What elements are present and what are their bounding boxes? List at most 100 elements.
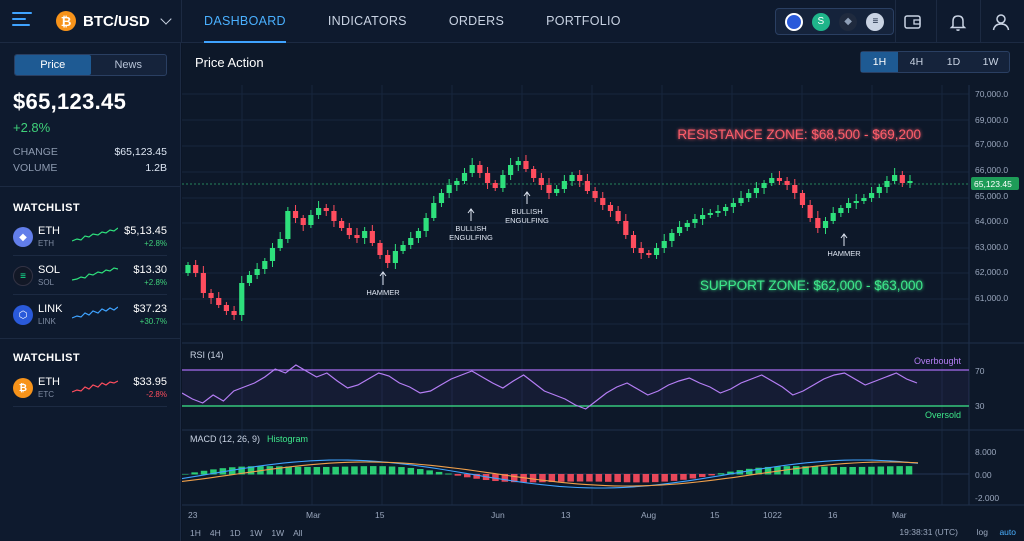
ethereum-wallet-icon[interactable]: ◆ <box>839 12 858 31</box>
macd-histogram-bar <box>849 466 856 475</box>
candle-body <box>646 253 652 255</box>
sparkline <box>72 267 118 281</box>
range-1d[interactable]: 1D <box>230 528 241 538</box>
candle-body <box>523 161 529 169</box>
watchlist-price: $5,13.45 <box>124 225 167 237</box>
pair-selector[interactable]: ₿ BTC/USD <box>56 10 172 32</box>
annotation-bullish-2: BULLISH <box>511 207 542 216</box>
macd-histogram-bar <box>793 466 800 475</box>
watchlist-symbol: ETH <box>38 225 60 237</box>
user-icon[interactable] <box>990 11 1012 33</box>
candle-body <box>231 311 237 315</box>
solana-wallet-icon[interactable]: ≡ <box>866 12 885 31</box>
watchlist-subsymbol: ETC <box>38 390 54 399</box>
chainlink-wallet-icon[interactable] <box>784 12 803 31</box>
change-row: CHANGE $65,123.45 <box>13 146 167 158</box>
range-1w[interactable]: 1W <box>250 528 263 538</box>
candle-body <box>899 175 905 183</box>
candle-body <box>761 183 767 188</box>
macd-histogram-bar <box>332 466 339 475</box>
watchlist-symbol: SOL <box>38 264 61 276</box>
x-tick: 1022 <box>763 510 782 520</box>
macd-histogram-bar <box>576 474 584 482</box>
watchlist-item-etc[interactable]: ₿ ETH ETC $33.95 -2.8% <box>0 371 181 407</box>
stablecoin-wallet-icon[interactable]: S <box>811 12 830 31</box>
candle-body <box>262 261 268 269</box>
macd-histogram-bar <box>896 466 903 475</box>
hamburger-menu-icon[interactable] <box>12 12 32 30</box>
price-tick: 63,000.0 <box>975 242 1008 252</box>
macd-histogram-bar <box>313 466 321 475</box>
macd-histogram-bar <box>905 466 913 475</box>
sparkline <box>72 380 118 393</box>
watchlist-subsymbol: LINK <box>38 317 56 326</box>
wallet-icon[interactable] <box>902 11 924 33</box>
timeframe-4h[interactable]: 4H <box>898 52 935 72</box>
top-bar: ₿ BTC/USD DASHBOARD INDICATORS ORDERS PO… <box>0 0 1024 43</box>
price-chart[interactable]: HAMMER BULLISH ENGULFING BULLISH ENGULFI… <box>182 43 1024 541</box>
candle-body <box>477 165 483 173</box>
tab-portfolio[interactable]: PORTFOLIO <box>532 0 635 43</box>
log-scale-toggle[interactable]: log <box>977 527 988 537</box>
watchlist-item-link[interactable]: ⬡ LINK LINK $37.23 +30.7% <box>0 298 181 334</box>
candle-body <box>369 231 375 243</box>
grid <box>182 85 1024 506</box>
candle-body <box>323 208 329 211</box>
timeframe-1d[interactable]: 1D <box>935 52 972 72</box>
candle-body <box>469 165 475 173</box>
watchlist-change: -2.8% <box>146 390 167 399</box>
macd-histogram-bar <box>558 474 565 482</box>
candle-body <box>845 203 852 208</box>
candle-body <box>285 211 291 239</box>
macd-histogram-bar <box>445 473 452 475</box>
candle-body <box>577 175 583 181</box>
candle-body <box>507 165 514 175</box>
candle-body <box>423 218 429 231</box>
macd-histogram-bar <box>661 474 668 482</box>
macd-tick-low: -2.000 <box>975 493 999 503</box>
x-tick: 15 <box>710 510 720 520</box>
auto-scale-toggle[interactable]: auto <box>999 527 1016 537</box>
bell-icon[interactable] <box>947 11 969 33</box>
macd-histogram-bar <box>586 474 593 482</box>
candle-body <box>584 181 591 191</box>
candle-body <box>638 248 644 253</box>
macd-histogram-bar <box>595 474 603 482</box>
candle-body <box>377 243 383 255</box>
tab-indicators[interactable]: INDICATORS <box>314 0 421 43</box>
tab-news[interactable]: News <box>91 55 167 75</box>
candle-body <box>830 213 836 221</box>
tab-orders[interactable]: ORDERS <box>435 0 518 43</box>
timeframe-1h[interactable]: 1H <box>861 52 898 72</box>
macd-histogram-bar <box>388 466 396 475</box>
tab-dashboard[interactable]: DASHBOARD <box>190 0 300 43</box>
watchlist-item-eth[interactable]: ◆ ETH ETH $5,13.45 +2.8% <box>0 220 181 256</box>
candle-body <box>569 175 575 181</box>
candle-body <box>838 208 844 213</box>
timeframe-1w[interactable]: 1W <box>972 52 1009 72</box>
candle-body <box>615 211 621 221</box>
divider <box>980 0 981 43</box>
candle-body <box>216 298 222 305</box>
candle-body <box>907 181 913 183</box>
candle-body <box>185 265 191 273</box>
rsi-oversold-label: Oversold <box>925 410 961 420</box>
candle-body <box>300 218 306 225</box>
range-1w-alt[interactable]: 1W <box>271 528 284 538</box>
macd-histogram-bar <box>370 466 377 475</box>
watchlist-item-sol[interactable]: ≡ SOL SOL $13.30 +2.8% <box>0 259 181 295</box>
range-all[interactable]: All <box>293 528 302 538</box>
candle-body <box>400 245 406 251</box>
range-1h[interactable]: 1H <box>190 528 201 538</box>
candle-body <box>700 215 706 219</box>
candle-body <box>385 255 391 263</box>
tab-price[interactable]: Price <box>15 55 91 75</box>
candle-body <box>884 181 890 187</box>
candle-body <box>277 239 283 248</box>
macd-histogram-bar <box>708 474 715 476</box>
candle-body <box>461 173 468 181</box>
range-4h[interactable]: 4H <box>210 528 221 538</box>
macd-histogram-bar <box>304 466 311 475</box>
price-tick: 65,000.0 <box>975 191 1008 201</box>
candle-body <box>315 208 322 215</box>
